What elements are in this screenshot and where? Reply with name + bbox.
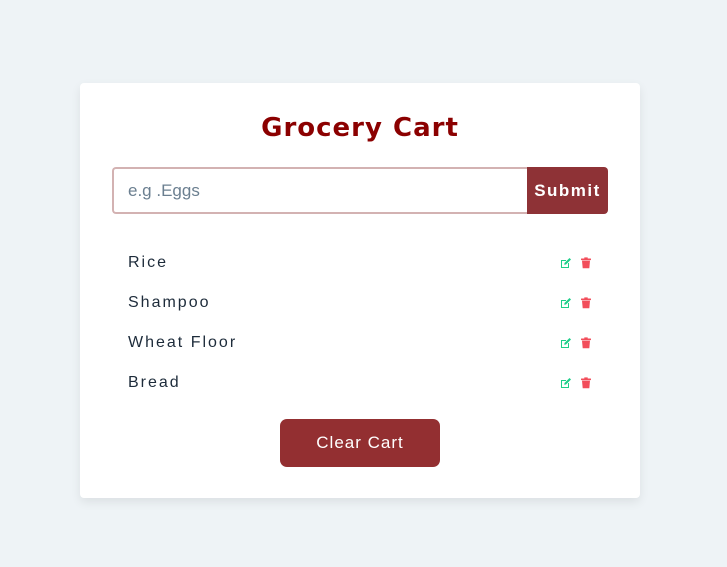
list-item: Wheat Floor (128, 323, 592, 363)
edit-icon[interactable] (560, 377, 572, 389)
trash-icon[interactable] (580, 377, 592, 389)
grocery-cart-card: Grocery Cart Submit Rice Shampoo (80, 83, 640, 498)
list-item: Rice (128, 243, 592, 283)
cart-list: Rice Shampoo Wheat Floor Bread (128, 243, 592, 403)
item-actions (560, 337, 592, 349)
page-title: Grocery Cart (261, 113, 459, 143)
item-label: Shampoo (128, 294, 211, 311)
item-label: Bread (128, 374, 181, 391)
item-actions (560, 297, 592, 309)
edit-icon[interactable] (560, 297, 572, 309)
item-actions (560, 377, 592, 389)
list-item: Shampoo (128, 283, 592, 323)
clear-cart-button[interactable]: Clear Cart (280, 419, 440, 467)
trash-icon[interactable] (580, 297, 592, 309)
edit-icon[interactable] (560, 337, 572, 349)
item-label: Rice (128, 254, 169, 271)
item-label: Wheat Floor (128, 334, 238, 351)
item-input[interactable] (112, 167, 527, 214)
submit-button[interactable]: Submit (527, 167, 608, 214)
trash-icon[interactable] (580, 257, 592, 269)
add-item-form: Submit (112, 167, 608, 214)
list-item: Bread (128, 363, 592, 403)
trash-icon[interactable] (580, 337, 592, 349)
item-actions (560, 257, 592, 269)
edit-icon[interactable] (560, 257, 572, 269)
